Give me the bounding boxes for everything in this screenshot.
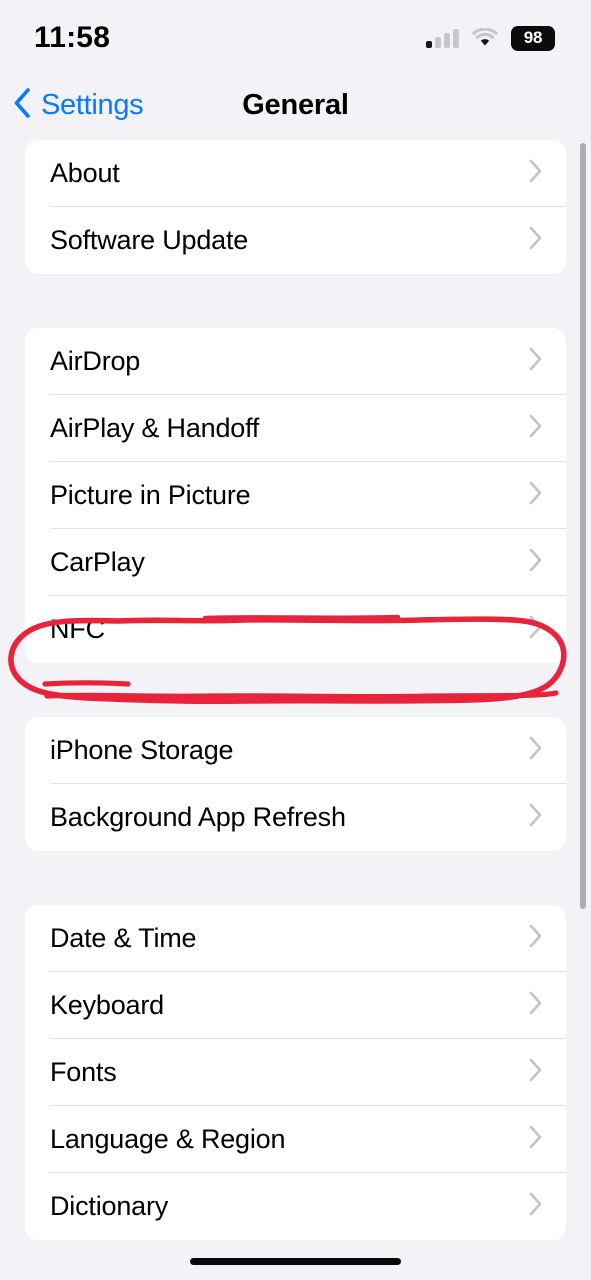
chevron-right-icon [528, 1124, 544, 1155]
back-button[interactable]: Settings [12, 78, 144, 132]
list-item-label: iPhone Storage [50, 735, 234, 765]
chevron-right-icon [528, 614, 544, 645]
list-item-airdrop[interactable]: AirDrop [25, 328, 566, 395]
status-bar-time: 11:58 [34, 21, 111, 54]
list-item-picture-in-picture[interactable]: Picture in Picture [25, 462, 566, 529]
group-localization: Date & Time Keyboard Fonts Language & Re… [25, 905, 566, 1240]
list-item-label: CarPlay [50, 547, 145, 577]
list-item-label: NFC [50, 614, 105, 644]
battery-level-label: 98 [523, 28, 543, 47]
list-item-about[interactable]: About [25, 140, 566, 207]
chevron-right-icon [528, 480, 544, 511]
list-item-carplay[interactable]: CarPlay [25, 529, 566, 596]
list-item-iphone-storage[interactable]: iPhone Storage [25, 717, 566, 784]
list-item-nfc[interactable]: NFC [25, 596, 566, 663]
chevron-right-icon [528, 413, 544, 444]
list-item-label: Software Update [50, 225, 249, 255]
list-item-label: Keyboard [50, 990, 164, 1020]
wifi-icon [472, 28, 498, 48]
list-item-label: Dictionary [50, 1191, 169, 1221]
chevron-right-icon [528, 225, 544, 256]
settings-list[interactable]: About Software Update AirDrop AirPlay & … [0, 140, 591, 1240]
cellular-signal-icon [426, 28, 459, 48]
list-item-keyboard[interactable]: Keyboard [25, 972, 566, 1039]
group-storage: iPhone Storage Background App Refresh [25, 717, 566, 851]
chevron-right-icon [528, 346, 544, 377]
status-bar-indicators: 98 [426, 22, 555, 51]
list-item-background-app-refresh[interactable]: Background App Refresh [25, 784, 566, 851]
chevron-right-icon [528, 802, 544, 833]
list-item-label: Picture in Picture [50, 480, 251, 510]
chevron-right-icon [528, 735, 544, 766]
navigation-bar: Settings General [0, 78, 591, 132]
list-item-label: Fonts [50, 1057, 117, 1087]
chevron-right-icon [528, 990, 544, 1021]
list-item-label: About [50, 158, 120, 188]
list-item-airplay-handoff[interactable]: AirPlay & Handoff [25, 395, 566, 462]
list-item-language-region[interactable]: Language & Region [25, 1106, 566, 1173]
status-bar: 11:58 98 [0, 0, 591, 72]
chevron-right-icon [528, 1057, 544, 1088]
list-item-label: AirPlay & Handoff [50, 413, 260, 443]
list-item-label: AirDrop [50, 346, 141, 376]
chevron-left-icon [12, 87, 32, 124]
chevron-right-icon [528, 547, 544, 578]
chevron-right-icon [528, 1191, 544, 1222]
back-button-label: Settings [41, 88, 144, 121]
group-about: About Software Update [25, 140, 566, 274]
list-item-date-time[interactable]: Date & Time [25, 905, 566, 972]
vertical-scrollbar[interactable] [580, 143, 586, 909]
list-item-label: Language & Region [50, 1124, 286, 1154]
chevron-right-icon [528, 158, 544, 189]
list-item-label: Date & Time [50, 923, 197, 953]
list-item-software-update[interactable]: Software Update [25, 207, 566, 274]
group-connectivity: AirDrop AirPlay & Handoff Picture in Pic… [25, 328, 566, 663]
list-item-dictionary[interactable]: Dictionary [25, 1173, 566, 1240]
chevron-right-icon [528, 923, 544, 954]
list-item-label: Background App Refresh [50, 802, 346, 832]
home-indicator [190, 1258, 401, 1265]
list-item-fonts[interactable]: Fonts [25, 1039, 566, 1106]
battery-icon: 98 [511, 25, 555, 51]
